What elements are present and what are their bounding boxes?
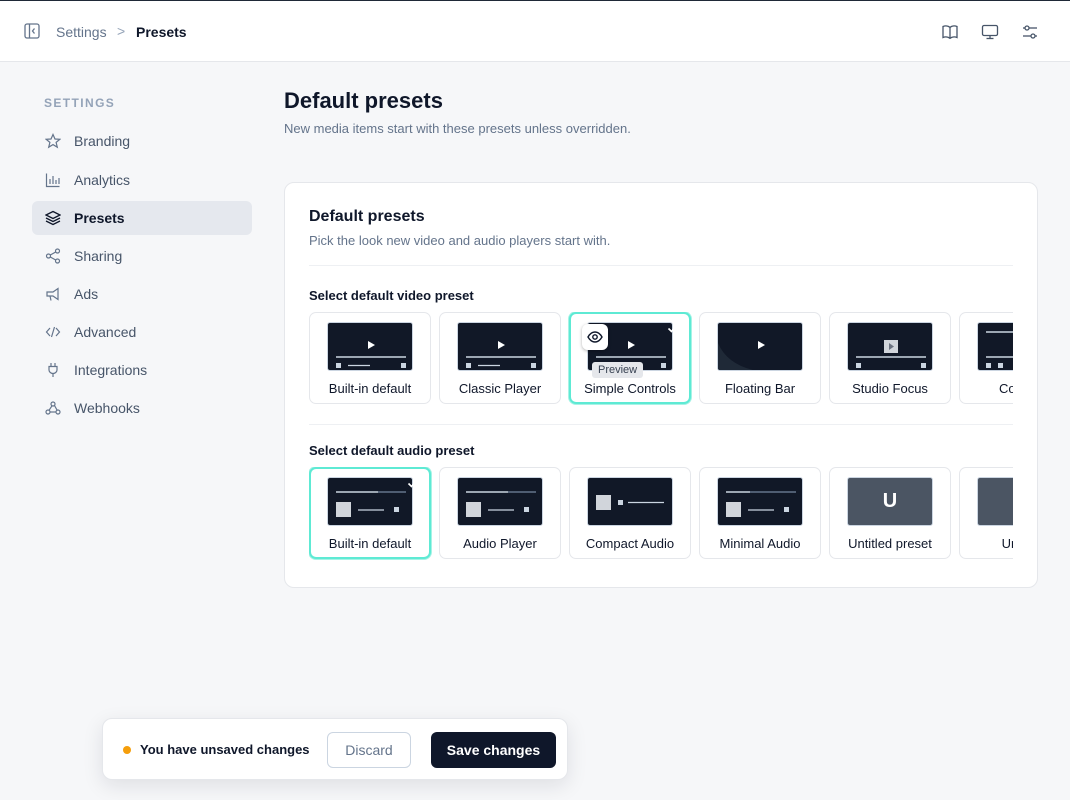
audio-preset-tile-selected[interactable]: Built-in default xyxy=(309,467,431,559)
sidebar-item-label: Analytics xyxy=(74,172,131,188)
sidebar-item-webhooks[interactable]: Webhooks xyxy=(32,391,252,425)
preset-label: Built-in default xyxy=(328,536,412,551)
breadcrumb-current: Presets xyxy=(136,24,187,40)
preset-thumbnail: U xyxy=(847,477,933,526)
video-preset-tile[interactable]: Studio Focus xyxy=(829,312,951,404)
audio-preset-label: Select default audio preset xyxy=(309,443,475,458)
audio-preset-tile[interactable]: Audio Player xyxy=(439,467,561,559)
unsaved-message: You have unsaved changes xyxy=(140,742,310,757)
preset-label: Floating Bar xyxy=(724,381,796,396)
settings-sidebar: SETTINGS Branding Analytics Presets Shar… xyxy=(32,96,252,416)
check-icon xyxy=(407,478,419,488)
video-preset-tile-selected[interactable]: Preview Simple Controls xyxy=(569,312,691,404)
preset-label: Compa xyxy=(999,381,1013,396)
webhook-icon xyxy=(45,401,61,415)
book-icon[interactable] xyxy=(941,23,959,41)
sidebar-item-label: Advanced xyxy=(74,324,137,340)
megaphone-icon xyxy=(46,287,59,301)
preset-thumbnail xyxy=(847,322,933,371)
video-preset-label: Select default video preset xyxy=(309,288,474,303)
sidebar-item-ads[interactable]: Ads xyxy=(32,277,252,311)
preset-thumbnail xyxy=(327,477,413,526)
status-dot xyxy=(123,746,131,754)
unsaved-changes-bar: You have unsaved changes Discard Save ch… xyxy=(102,718,568,780)
share-icon xyxy=(45,248,61,264)
page-title: Default presets xyxy=(284,88,443,113)
page-subtitle: New media items start with these presets… xyxy=(284,121,631,136)
preset-label: Studio Focus xyxy=(852,381,928,396)
sidebar-item-advanced[interactable]: Advanced xyxy=(32,315,252,349)
preview-tooltip: Preview xyxy=(592,362,644,378)
check-icon xyxy=(667,323,679,333)
video-preset-tile[interactable]: Compa xyxy=(959,312,1013,404)
preset-thumbnail xyxy=(977,477,1013,526)
sidebar-item-presets[interactable]: Presets xyxy=(32,201,252,235)
divider xyxy=(309,424,1013,425)
code-icon xyxy=(45,326,61,338)
bar-chart-icon xyxy=(45,173,60,188)
card-title: Default presets xyxy=(309,208,425,225)
sidebar-item-label: Integrations xyxy=(74,362,148,378)
audio-preset-tile[interactable]: Untitle xyxy=(959,467,1013,559)
sidebar-item-analytics[interactable]: Analytics xyxy=(32,163,252,197)
sidebar-heading: SETTINGS xyxy=(44,96,116,110)
sidebar-item-integrations[interactable]: Integrations xyxy=(32,353,252,387)
video-preset-tile[interactable]: Built-in default xyxy=(309,312,431,404)
preset-thumbnail xyxy=(457,322,543,371)
video-preset-tile[interactable]: Floating Bar xyxy=(699,312,821,404)
sidebar-item-sharing[interactable]: Sharing xyxy=(32,239,252,273)
sliders-icon[interactable] xyxy=(1021,23,1039,41)
plug-icon xyxy=(48,363,58,377)
sidebar-item-label: Sharing xyxy=(74,248,123,264)
card-subtitle: Pick the look new video and audio player… xyxy=(309,233,611,248)
sidebar-item-branding[interactable]: Branding xyxy=(32,124,252,158)
preview-button[interactable] xyxy=(582,324,608,350)
star-icon xyxy=(45,133,61,149)
preset-label: Built-in default xyxy=(328,381,412,396)
preset-thumbnail xyxy=(717,322,803,371)
breadcrumb-separator: > xyxy=(117,23,126,39)
audio-preset-tile[interactable]: Minimal Audio xyxy=(699,467,821,559)
preset-initial: U xyxy=(882,490,898,512)
preset-label: Minimal Audio xyxy=(719,536,801,551)
sidebar-item-label: Branding xyxy=(74,133,131,149)
top-bar: Settings > Presets xyxy=(0,0,1070,62)
video-preset-row: Built-in default Classic Player Preview … xyxy=(309,312,1013,406)
sidebar-toggle-icon[interactable] xyxy=(24,23,40,39)
preset-label: Simple Controls xyxy=(584,381,676,396)
preset-label: Classic Player xyxy=(458,381,542,396)
save-changes-button[interactable]: Save changes xyxy=(431,732,556,768)
sidebar-item-label: Ads xyxy=(74,286,99,302)
audio-preset-tile[interactable]: U Untitled preset xyxy=(829,467,951,559)
audio-preset-tile[interactable]: Compact Audio xyxy=(569,467,691,559)
preset-label: Untitled preset xyxy=(848,536,932,551)
preset-label: Compact Audio xyxy=(585,536,675,551)
preset-thumbnail xyxy=(717,477,803,526)
preset-thumbnail xyxy=(327,322,413,371)
divider xyxy=(309,265,1013,266)
discard-button[interactable]: Discard xyxy=(327,732,411,768)
layers-icon xyxy=(45,210,61,226)
sidebar-item-label: Webhooks xyxy=(74,400,140,416)
monitor-icon[interactable] xyxy=(981,23,999,41)
preset-label: Untitle xyxy=(1001,536,1013,551)
audio-preset-row: Built-in default Audio Player Compact Au… xyxy=(309,467,1013,561)
video-preset-tile[interactable]: Classic Player xyxy=(439,312,561,404)
preset-thumbnail xyxy=(977,322,1013,371)
sidebar-item-label: Presets xyxy=(74,210,125,226)
breadcrumb-settings[interactable]: Settings xyxy=(56,24,107,40)
preset-thumbnail xyxy=(587,477,673,526)
eye-icon xyxy=(587,331,603,343)
preset-thumbnail xyxy=(457,477,543,526)
preset-label: Audio Player xyxy=(463,536,537,551)
default-presets-card: Default presets Pick the look new video … xyxy=(284,182,1038,588)
